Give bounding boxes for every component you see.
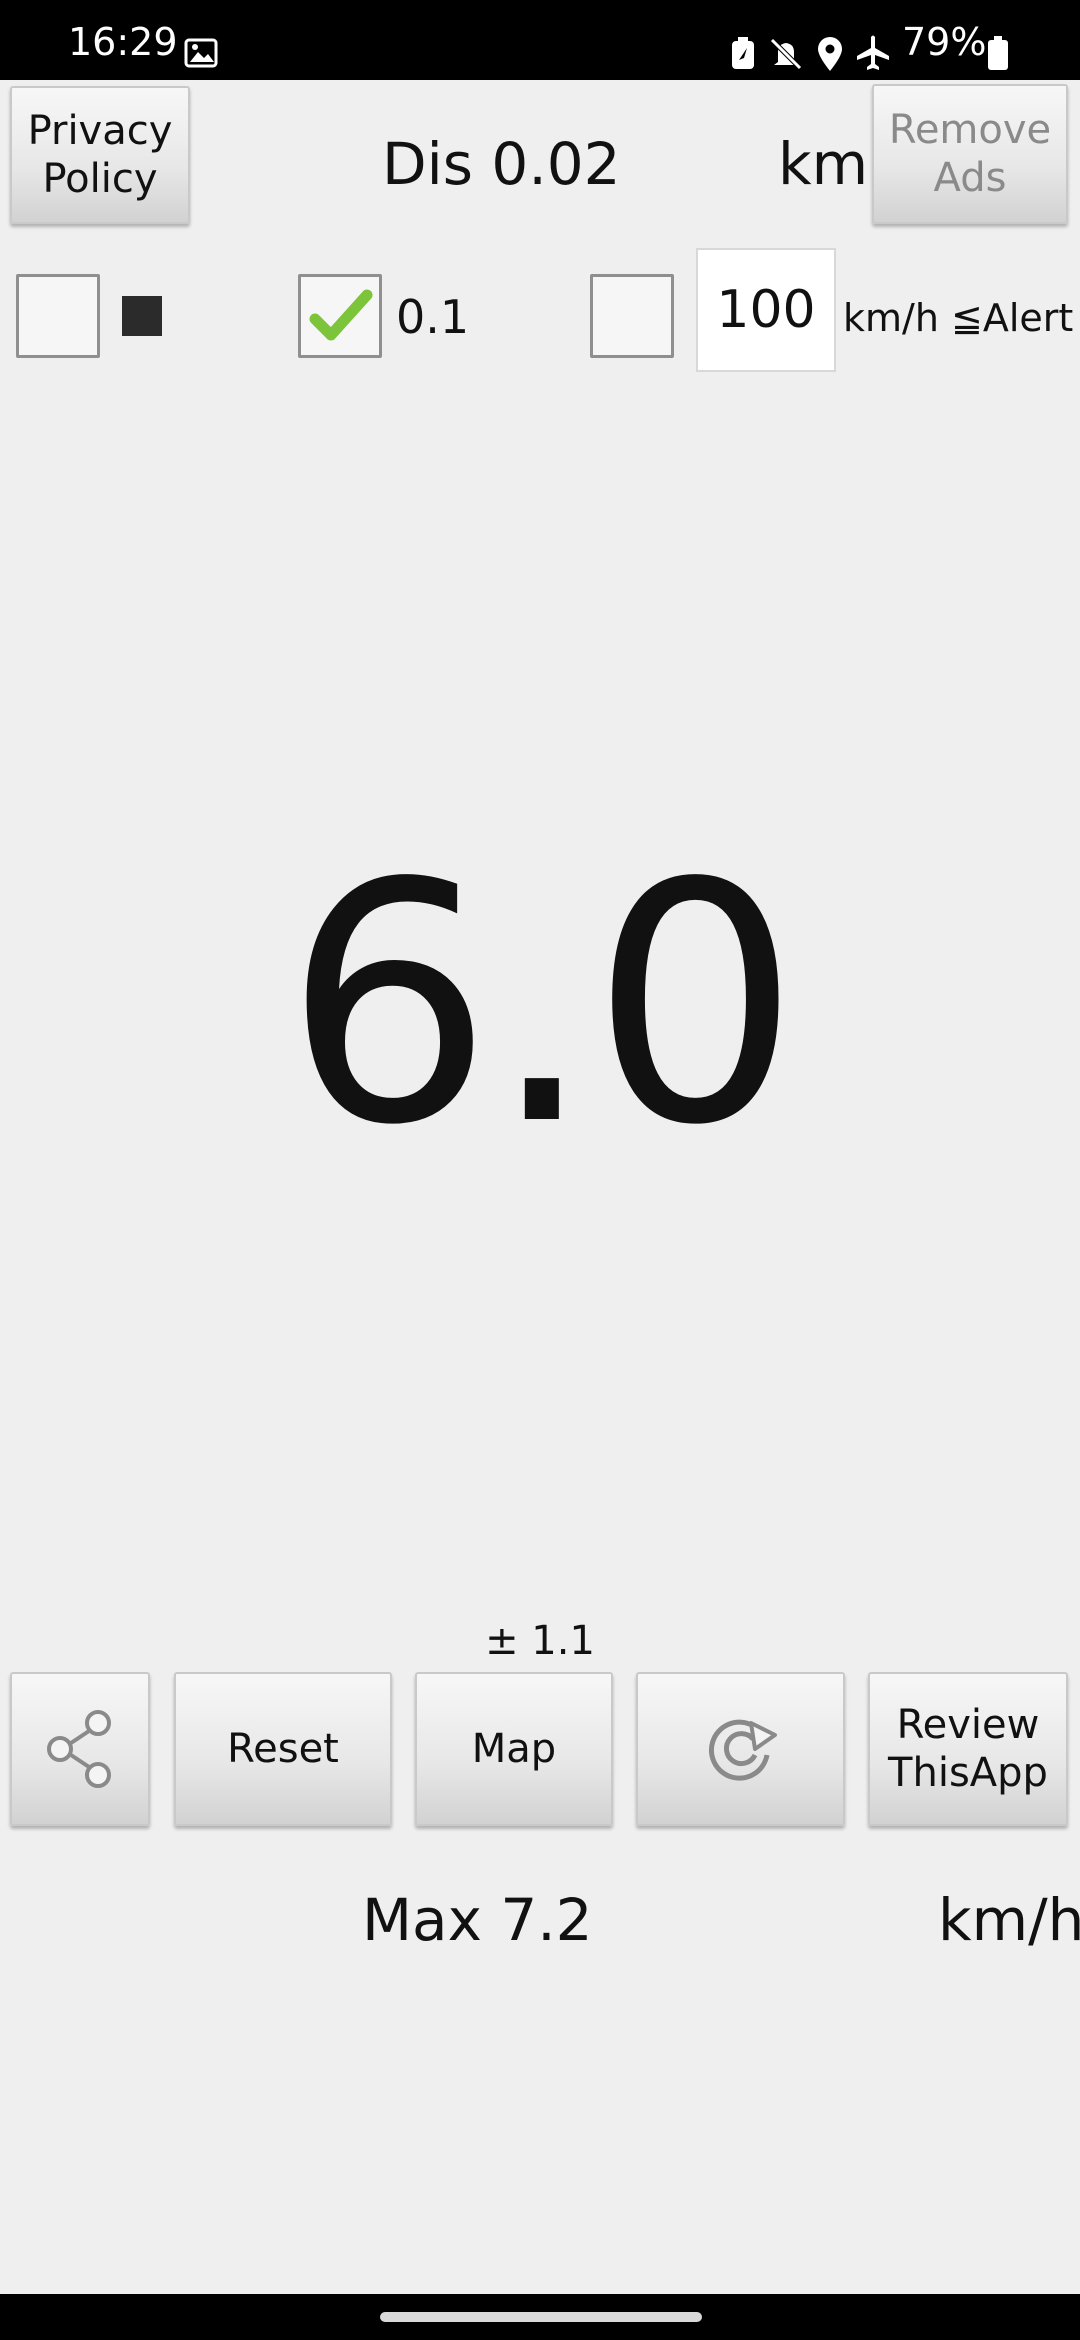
color-swatch[interactable] [122,296,162,336]
refresh-button[interactable] [636,1672,845,1826]
airplane-icon [854,34,892,76]
status-time: 16:29 [68,20,178,64]
speed-unit: km/h [938,1886,1080,1954]
battery-icon [988,36,1008,74]
share-button[interactable] [10,1672,150,1826]
distance-readout: Dis 0.02 [382,130,621,198]
refresh-icon [708,1719,777,1781]
max-speed-readout: Max 7.2 [362,1886,593,1954]
decimal-checkbox[interactable] [298,274,382,358]
current-speed: 6.0 [283,813,801,1197]
battery-saver-icon [730,36,756,74]
remove-ads-button[interactable]: Remove Ads [872,84,1068,224]
battery-percent: 79% [902,20,987,64]
review-app-button[interactable]: Review ThisApp [868,1672,1068,1826]
accuracy-readout: ± 1.1 [485,1618,595,1664]
decimal-label: 0.1 [396,290,470,344]
location-icon [816,36,844,76]
map-button[interactable]: Map [415,1672,613,1826]
display-toggle-checkbox[interactable] [16,274,100,358]
alert-speed-input[interactable]: 100 [696,248,836,372]
share-icon [47,1710,111,1788]
privacy-policy-button[interactable]: Privacy Policy [10,86,190,224]
mute-icon [768,36,804,76]
home-gesture-handle[interactable] [380,2312,702,2322]
image-icon [184,38,218,72]
distance-unit: km [778,130,869,198]
alert-checkbox[interactable] [590,274,674,358]
alert-label: km/h ≦Alert [843,296,1074,340]
check-icon [309,289,373,341]
reset-button[interactable]: Reset [174,1672,392,1826]
